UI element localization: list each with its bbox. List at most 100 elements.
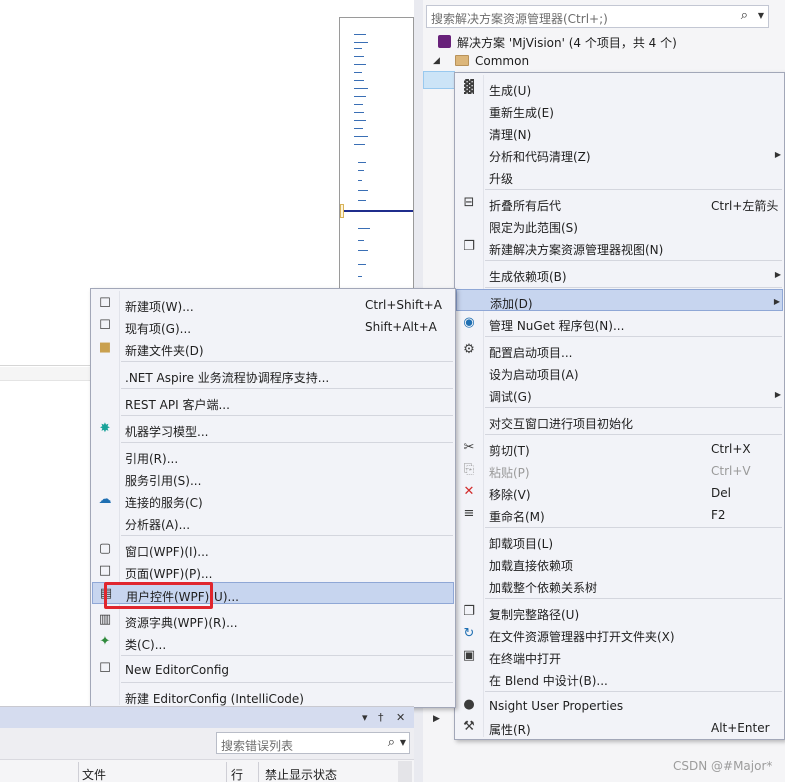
menu-item-new-editorconfig[interactable]: ☐ New EditorConfig	[92, 658, 454, 680]
menu-item-build-deps[interactable]: 生成依赖项(B) ▶	[456, 263, 783, 285]
minimap-code-line	[358, 190, 368, 191]
menu-item-analyzer[interactable]: 分析器(A)...	[92, 511, 454, 533]
menu-label: 重命名(M)	[489, 510, 545, 524]
menu-separator	[121, 415, 453, 416]
editor-minimap[interactable]	[339, 17, 414, 290]
menu-label: 在终端中打开	[489, 652, 562, 666]
menu-item-open-explorer[interactable]: ↻ 在文件资源管理器中打开文件夹(X)	[456, 623, 783, 645]
menu-item-rest-api[interactable]: REST API 客户端...	[92, 391, 454, 413]
menu-item-connected-service[interactable]: ☁ 连接的服务(C)	[92, 489, 454, 511]
menu-item-build[interactable]: ▓ 生成(U)	[456, 77, 783, 99]
expand-arrow-icon[interactable]: ▶	[433, 714, 440, 724]
tree-item-solution[interactable]: 解决方案 'MjVision' (4 个项目，共 4 个)	[423, 31, 785, 51]
menu-separator	[485, 407, 782, 408]
expand-arrow-icon[interactable]: ◢	[433, 56, 440, 66]
menu-item-collapse-all[interactable]: ⊟ 折叠所有后代 Ctrl+左箭头	[456, 192, 783, 214]
menu-item-scope[interactable]: 限定为此范围(S)	[456, 214, 783, 236]
minimap-code-line	[354, 144, 365, 145]
menu-item-new-view[interactable]: ❐ 新建解决方案资源管理器视图(N)	[456, 236, 783, 258]
scrollbar[interactable]	[398, 761, 412, 782]
menu-shortcut: F2	[711, 508, 726, 522]
menu-label: 加载整个依赖关系树	[489, 581, 598, 595]
menu-item-init-interactive[interactable]: 对交互窗口进行项目初始化	[456, 410, 783, 432]
menu-item-resource-dict[interactable]: ▥ 资源字典(WPF)(R)...	[92, 609, 454, 631]
document-icon: ☐	[99, 661, 111, 676]
minimap-code-line	[358, 264, 366, 265]
minimap-code-line	[354, 120, 366, 121]
close-icon[interactable]: ✕	[396, 711, 405, 724]
menu-item-rename[interactable]: ≡ 重命名(M) F2	[456, 503, 783, 525]
menu-item-copy-path[interactable]: ❐ 复制完整路径(U)	[456, 601, 783, 623]
search-icon[interactable]: ⌕	[741, 8, 748, 23]
minimap-code-line	[358, 250, 368, 251]
submenu-arrow-icon: ▶	[773, 297, 780, 306]
menu-label: 服务引用(S)...	[125, 474, 202, 488]
menu-shortcut: Ctrl+X	[711, 442, 751, 456]
menu-item-ml-model[interactable]: ✸ 机器学习模型...	[92, 418, 454, 440]
menu-item-open-terminal[interactable]: ▣ 在终端中打开	[456, 645, 783, 667]
menu-separator	[485, 598, 782, 599]
chevron-down-icon[interactable]: ▼	[400, 738, 406, 747]
error-list-search[interactable]: 搜索错误列表 ⌕ ▼	[216, 732, 410, 754]
tree-item-common[interactable]: ◢ Common	[423, 51, 785, 71]
minimap-code-line	[354, 88, 368, 89]
menu-separator	[121, 442, 453, 443]
menu-item-add[interactable]: 添加(D) ▶	[456, 289, 783, 311]
menu-item-aspire[interactable]: .NET Aspire 业务流程协调程序支持...	[92, 364, 454, 386]
menu-item-cut[interactable]: ✂ 剪切(T) Ctrl+X	[456, 437, 783, 459]
menu-label: 对交互窗口进行项目初始化	[489, 417, 634, 431]
menu-shortcut: Alt+Enter	[711, 721, 770, 735]
menu-label: 限定为此范围(S)	[489, 221, 578, 235]
menu-item-analyze[interactable]: 分析和代码清理(Z) ▶	[456, 143, 783, 165]
menu-item-blend[interactable]: 在 Blend 中设计(B)...	[456, 667, 783, 689]
solution-explorer-search[interactable]: 搜索解决方案资源管理器(Ctrl+;) ⌕ ▼	[426, 5, 769, 28]
menu-item-service-reference[interactable]: 服务引用(S)...	[92, 467, 454, 489]
menu-item-window-wpf[interactable]: ▢ 窗口(WPF)(I)...	[92, 538, 454, 560]
column-header-line[interactable]: 行	[231, 766, 243, 782]
minimap-code-line	[354, 104, 363, 105]
search-icon[interactable]: ⌕	[388, 735, 395, 750]
menu-item-set-startup[interactable]: 设为启动项目(A)	[456, 361, 783, 383]
menu-item-load-tree[interactable]: 加载整个依赖关系树	[456, 574, 783, 596]
menu-label: 折叠所有后代	[489, 199, 562, 213]
menu-item-clean[interactable]: 清理(N)	[456, 121, 783, 143]
menu-item-page-wpf[interactable]: □ 页面(WPF)(P)...	[92, 560, 454, 582]
menu-item-rebuild[interactable]: 重新生成(E)	[456, 99, 783, 121]
menu-item-new-editorconfig-intellicode[interactable]: 新建 EditorConfig (IntelliCode)	[92, 685, 454, 707]
menu-label: 新建项(W)...	[125, 300, 194, 314]
column-header-file[interactable]: 文件	[82, 766, 106, 782]
menu-item-configure-startup[interactable]: ⚙ 配置启动项目...	[456, 339, 783, 361]
menu-label: 管理 NuGet 程序包(N)...	[489, 319, 625, 333]
menu-item-class[interactable]: ✦ 类(C)...	[92, 631, 454, 653]
menu-item-properties[interactable]: ⚒ 属性(R) Alt+Enter	[456, 716, 783, 738]
menu-item-nsight[interactable]: ● Nsight User Properties	[456, 694, 783, 716]
nuget-icon: ◉	[463, 315, 475, 330]
minimap-code-line	[354, 112, 364, 113]
class-icon: ✦	[99, 634, 111, 649]
menu-item-reference[interactable]: 引用(R)...	[92, 445, 454, 467]
menu-item-existing-item[interactable]: ☐ 现有项(G)... Shift+Alt+A	[92, 315, 454, 337]
pin-icon[interactable]: †	[378, 711, 384, 724]
menu-shortcut: Ctrl+左箭头	[711, 199, 779, 213]
menu-item-remove[interactable]: ✕ 移除(V) Del	[456, 481, 783, 503]
menu-item-unload[interactable]: 卸载项目(L)	[456, 530, 783, 552]
minimap-code-line	[358, 180, 362, 181]
dropdown-icon[interactable]: ▾	[362, 711, 368, 724]
menu-item-paste[interactable]: ⎘ 粘贴(P) Ctrl+V	[456, 459, 783, 481]
nsight-icon: ●	[463, 697, 475, 712]
tree-item-selected[interactable]	[423, 71, 455, 89]
chevron-down-icon[interactable]: ▼	[758, 11, 764, 20]
menu-item-new-folder[interactable]: ■ 新建文件夹(D)	[92, 337, 454, 359]
menu-label: 连接的服务(C)	[125, 496, 203, 510]
menu-item-nuget[interactable]: ◉ 管理 NuGet 程序包(N)...	[456, 312, 783, 334]
menu-item-load-direct[interactable]: 加载直接依赖项	[456, 552, 783, 574]
column-header-suppression[interactable]: 禁止显示状态	[265, 766, 337, 782]
wrench-icon: ⚒	[463, 719, 475, 734]
menu-item-debug[interactable]: 调试(G) ▶	[456, 383, 783, 405]
menu-item-upgrade[interactable]: 升级	[456, 165, 783, 187]
menu-separator	[485, 260, 782, 261]
existing-item-icon: ☐	[99, 318, 111, 333]
minimap-code-line	[358, 162, 366, 163]
menu-label: 升级	[489, 172, 514, 186]
menu-item-new-item[interactable]: ☐ 新建项(W)... Ctrl+Shift+A	[92, 293, 454, 315]
